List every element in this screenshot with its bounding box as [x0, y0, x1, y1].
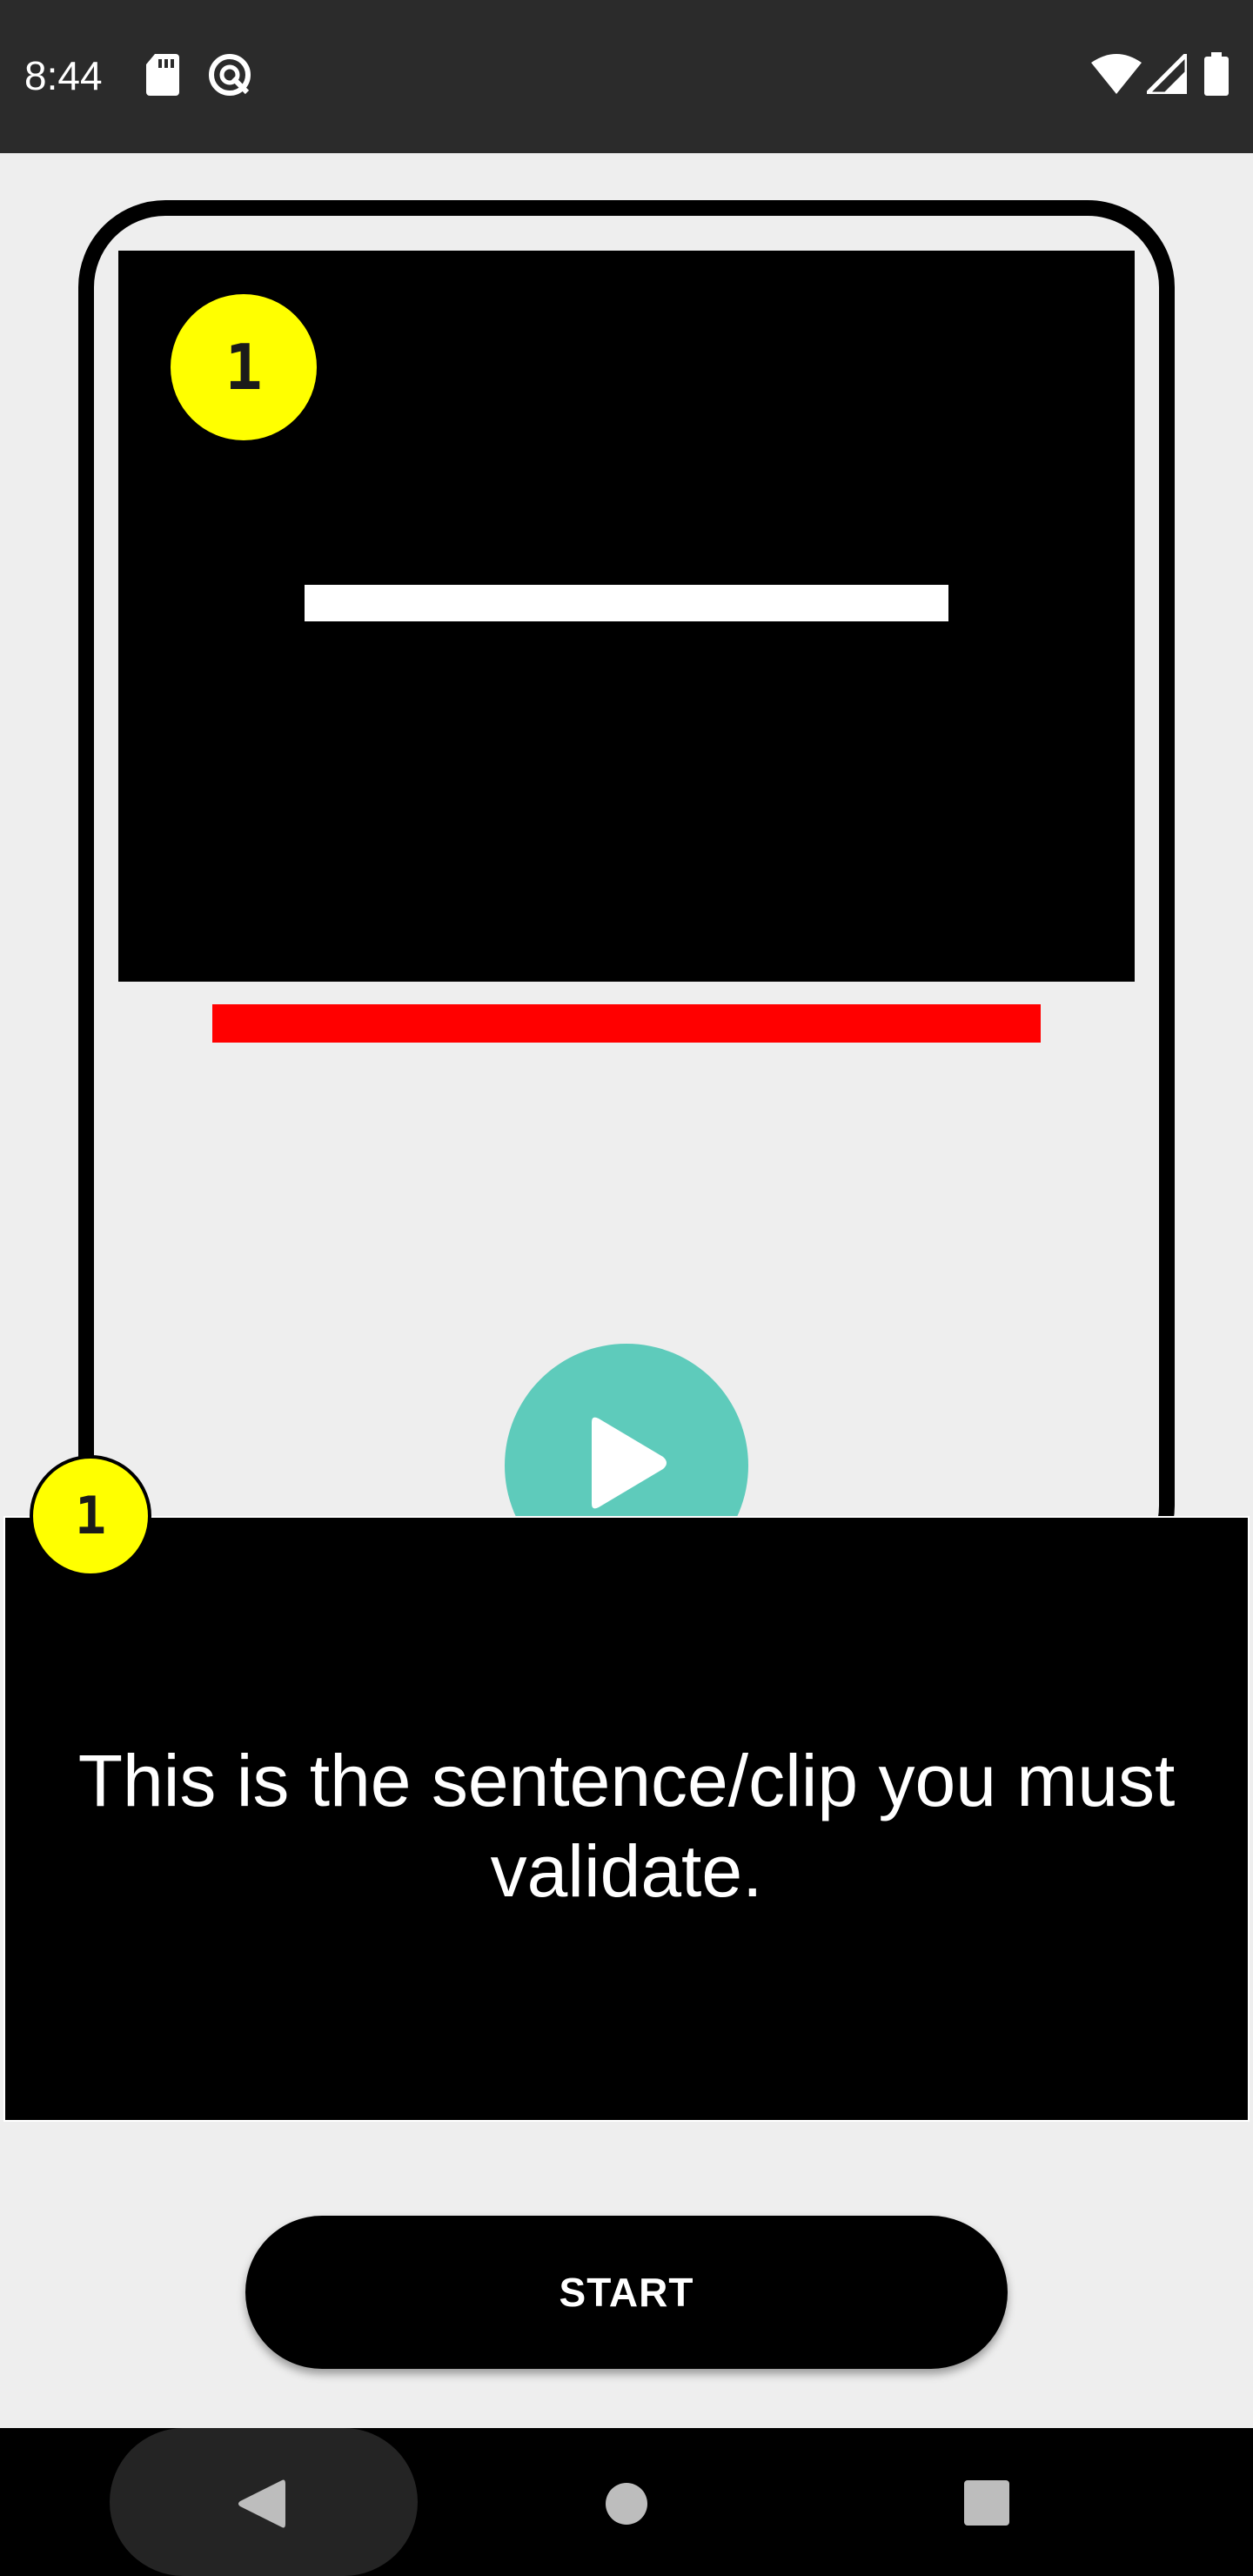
tooltip-panel: This is the sentence/clip you must valid… [3, 1516, 1250, 2122]
wifi-icon [1091, 54, 1142, 98]
tooltip-step-badge: 1 [30, 1455, 151, 1577]
status-bar: 8:44 [0, 0, 1253, 153]
progress-bar [212, 1004, 1041, 1043]
play-icon [592, 1417, 667, 1509]
step-badge: 1 [171, 294, 317, 440]
cell-signal-icon [1141, 48, 1189, 98]
home-icon[interactable] [605, 2482, 648, 2530]
sentence-placeholder-bar [305, 585, 948, 621]
tooltip-text: This is the sentence/clip you must valid… [77, 1740, 1176, 1912]
battery-icon [1204, 52, 1229, 100]
status-time: 8:44 [24, 53, 103, 98]
recents-icon[interactable] [964, 2480, 1009, 2530]
data-saver-icon [205, 50, 254, 104]
sd-card-icon [146, 54, 179, 100]
back-icon[interactable] [237, 2477, 285, 2535]
start-button[interactable]: START [245, 2216, 1008, 2369]
onboarding-screen: 8:44 1 This is the sentence/clip you mus… [0, 0, 1253, 2576]
